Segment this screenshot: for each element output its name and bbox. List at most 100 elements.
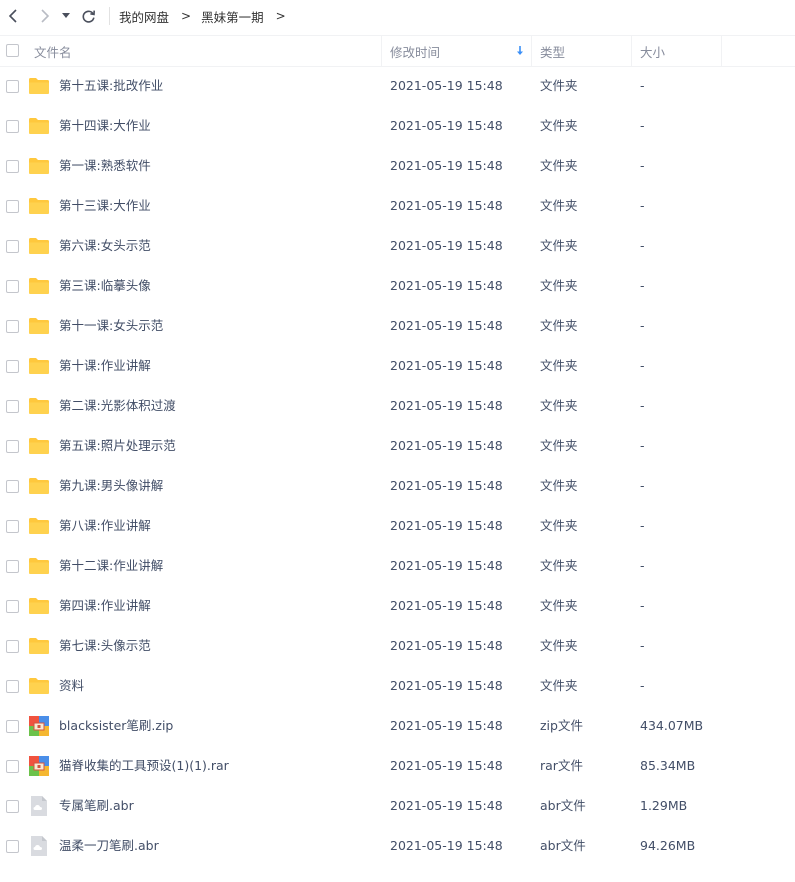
row-checkbox[interactable] (6, 240, 19, 253)
history-dropdown-button[interactable] (58, 6, 74, 26)
file-size: - (640, 278, 645, 293)
row-checkbox[interactable] (6, 680, 19, 693)
file-name[interactable]: 第六课:女头示范 (59, 226, 151, 266)
file-name[interactable]: 第十五课:批改作业 (59, 66, 163, 106)
file-modified-time: 2021-05-19 15:48 (390, 198, 503, 213)
file-row[interactable]: 第五课:照片处理示范 2021-05-19 15:48 文件夹 - (0, 426, 795, 466)
row-checkbox[interactable] (6, 800, 19, 813)
file-row[interactable]: 资料 2021-05-19 15:48 文件夹 - (0, 666, 795, 706)
folder-icon (29, 236, 49, 256)
file-type: zip文件 (540, 718, 583, 733)
forward-button[interactable] (34, 6, 54, 26)
file-row[interactable]: 第一课:熟悉软件 2021-05-19 15:48 文件夹 - (0, 146, 795, 186)
row-checkbox[interactable] (6, 760, 19, 773)
file-row[interactable]: 第十三课:大作业 2021-05-19 15:48 文件夹 - (0, 186, 795, 226)
row-checkbox[interactable] (6, 560, 19, 573)
file-row[interactable]: 第四课:作业讲解 2021-05-19 15:48 文件夹 - (0, 586, 795, 626)
row-checkbox[interactable] (6, 600, 19, 613)
breadcrumb-item-root[interactable]: 我的网盘 (119, 7, 169, 26)
file-name[interactable]: 资料 (59, 666, 84, 706)
select-all-checkbox[interactable] (6, 44, 19, 57)
folder-icon (29, 636, 49, 656)
column-divider[interactable] (531, 36, 532, 66)
file-row[interactable]: 第十一课:女头示范 2021-05-19 15:48 文件夹 - (0, 306, 795, 346)
file-type: rar文件 (540, 758, 583, 773)
file-name[interactable]: 第二课:光影体积过渡 (59, 386, 176, 426)
row-checkbox[interactable] (6, 440, 19, 453)
column-header-name[interactable]: 文件名 (34, 36, 72, 66)
file-size: 94.26MB (640, 838, 696, 853)
breadcrumb-separator[interactable]: > (276, 9, 286, 23)
file-size: - (640, 398, 645, 413)
file-row[interactable]: 第十二课:作业讲解 2021-05-19 15:48 文件夹 - (0, 546, 795, 586)
file-modified-time: 2021-05-19 15:48 (390, 838, 503, 853)
file-size: - (640, 358, 645, 373)
column-header-type[interactable]: 类型 (540, 36, 565, 66)
file-row[interactable]: 第十五课:批改作业 2021-05-19 15:48 文件夹 - (0, 66, 795, 106)
row-checkbox[interactable] (6, 120, 19, 133)
file-name[interactable]: 第五课:照片处理示范 (59, 426, 176, 466)
file-size: - (640, 158, 645, 173)
column-divider[interactable] (631, 36, 632, 66)
file-size: - (640, 78, 645, 93)
row-checkbox[interactable] (6, 160, 19, 173)
file-row[interactable]: 第六课:女头示范 2021-05-19 15:48 文件夹 - (0, 226, 795, 266)
file-row[interactable]: 猫脊收集的工具预设(1)(1).rar 2021-05-19 15:48 rar文件… (0, 746, 795, 786)
row-checkbox[interactable] (6, 720, 19, 733)
file-row[interactable]: 第九课:男头像讲解 2021-05-19 15:48 文件夹 - (0, 466, 795, 506)
column-header-size[interactable]: 大小 (640, 36, 665, 66)
file-name[interactable]: 第七课:头像示范 (59, 626, 151, 666)
file-row[interactable]: 专属笔刷.abr 2021-05-19 15:48 abr文件 1.29MB (0, 786, 795, 826)
file-name[interactable]: 第十课:作业讲解 (59, 346, 151, 386)
file-modified-time: 2021-05-19 15:48 (390, 358, 503, 373)
file-name[interactable]: 第九课:男头像讲解 (59, 466, 163, 506)
row-checkbox[interactable] (6, 480, 19, 493)
file-name[interactable]: blacksister笔刷.zip (59, 706, 173, 746)
file-size: - (640, 478, 645, 493)
file-name[interactable]: 第八课:作业讲解 (59, 506, 151, 546)
file-row[interactable]: 第三课:临摹头像 2021-05-19 15:48 文件夹 - (0, 266, 795, 306)
file-size: 1.29MB (640, 798, 688, 813)
file-name[interactable]: 第三课:临摹头像 (59, 266, 151, 306)
breadcrumb-item-current[interactable]: 黑妹第一期 (201, 7, 264, 26)
file-type: 文件夹 (540, 278, 578, 293)
column-divider[interactable] (721, 36, 722, 66)
file-row[interactable]: 第十课:作业讲解 2021-05-19 15:48 文件夹 - (0, 346, 795, 386)
row-checkbox[interactable] (6, 80, 19, 93)
sort-button[interactable] (516, 36, 524, 66)
file-name[interactable]: 猫脊收集的工具预设(1)(1).rar (59, 746, 229, 786)
row-checkbox[interactable] (6, 360, 19, 373)
row-checkbox[interactable] (6, 840, 19, 853)
file-modified-time: 2021-05-19 15:48 (390, 558, 503, 573)
file-row[interactable]: 第八课:作业讲解 2021-05-19 15:48 文件夹 - (0, 506, 795, 546)
column-header-time[interactable]: 修改时间 (390, 36, 440, 66)
file-list: 第十五课:批改作业 2021-05-19 15:48 文件夹 - 第十四课:大作业 202… (0, 66, 795, 866)
file-modified-time: 2021-05-19 15:48 (390, 278, 503, 293)
file-name[interactable]: 第十三课:大作业 (59, 186, 151, 226)
file-name[interactable]: 第十一课:女头示范 (59, 306, 163, 346)
file-row[interactable]: 第十四课:大作业 2021-05-19 15:48 文件夹 - (0, 106, 795, 146)
row-checkbox[interactable] (6, 640, 19, 653)
row-checkbox[interactable] (6, 200, 19, 213)
back-button[interactable] (4, 6, 24, 26)
file-name[interactable]: 第四课:作业讲解 (59, 586, 151, 626)
column-divider[interactable] (381, 36, 382, 66)
file-name[interactable]: 第十四课:大作业 (59, 106, 151, 146)
file-modified-time: 2021-05-19 15:48 (390, 518, 503, 533)
row-checkbox[interactable] (6, 400, 19, 413)
file-modified-time: 2021-05-19 15:48 (390, 718, 503, 733)
file-name[interactable]: 温柔一刀笔刷.abr (59, 826, 159, 866)
file-name[interactable]: 第一课:熟悉软件 (59, 146, 151, 186)
file-row[interactable]: 第二课:光影体积过渡 2021-05-19 15:48 文件夹 - (0, 386, 795, 426)
file-name[interactable]: 第十二课:作业讲解 (59, 546, 163, 586)
file-name[interactable]: 专属笔刷.abr (59, 786, 134, 826)
refresh-button[interactable] (78, 6, 98, 26)
file-row[interactable]: 温柔一刀笔刷.abr 2021-05-19 15:48 abr文件 94.26MB (0, 826, 795, 866)
row-checkbox[interactable] (6, 320, 19, 333)
row-checkbox[interactable] (6, 520, 19, 533)
folder-icon (29, 116, 49, 136)
file-type: abr文件 (540, 798, 586, 813)
file-row[interactable]: 第七课:头像示范 2021-05-19 15:48 文件夹 - (0, 626, 795, 666)
row-checkbox[interactable] (6, 280, 19, 293)
file-row[interactable]: blacksister笔刷.zip 2021-05-19 15:48 zip文件 43… (0, 706, 795, 746)
